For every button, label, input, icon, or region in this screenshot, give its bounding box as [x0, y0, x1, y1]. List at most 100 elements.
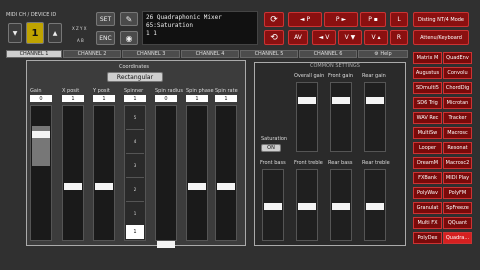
- slider-label-2: Y posit: [93, 88, 110, 94]
- slider-handle[interactable]: [332, 203, 350, 210]
- attenuverter-button[interactable]: Attenu/Keyboard: [413, 30, 469, 45]
- midi-channel-value[interactable]: 1: [26, 22, 44, 44]
- slider-handle[interactable]: [188, 183, 206, 190]
- algorithm-button[interactable]: SD6 Trig: [413, 97, 442, 109]
- spinner-selected[interactable]: 1: [126, 225, 144, 239]
- algorithm-button[interactable]: Convolu: [443, 67, 472, 79]
- edit-pencil-button[interactable]: ✎: [120, 12, 138, 26]
- algorithm-button[interactable]: Looper: [413, 142, 442, 154]
- slider-handle[interactable]: [366, 97, 384, 104]
- slider-label-5: Spin phase: [186, 88, 214, 94]
- algorithm-button[interactable]: Quadra...: [443, 232, 472, 244]
- algorithm-button[interactable]: QQuant: [443, 217, 472, 229]
- distingnt-mode-button[interactable]: Disting NT/4 Mode: [413, 12, 469, 27]
- slider-track-2[interactable]: [93, 105, 115, 241]
- spinner-step[interactable]: 4: [126, 130, 144, 154]
- spinner-step[interactable]: 2: [126, 178, 144, 202]
- algorithm-button[interactable]: SDmulti5: [413, 82, 442, 94]
- gain-slider[interactable]: [330, 82, 352, 152]
- tab-channel-2[interactable]: CHANNEL 2: [63, 50, 121, 58]
- algorithm-button[interactable]: Granulat: [413, 202, 442, 214]
- slider-handle[interactable]: [157, 241, 175, 248]
- algorithm-button[interactable]: PolyWav: [413, 187, 442, 199]
- undo-button[interactable]: ⟲: [264, 30, 284, 45]
- algorithm-button[interactable]: Microtan: [443, 97, 472, 109]
- display-line-2: 65:Saturation: [146, 22, 193, 29]
- slider-handle[interactable]: [95, 183, 113, 190]
- saturation-toggle[interactable]: ON: [261, 144, 281, 152]
- value-prev-button[interactable]: ◄ V: [312, 30, 336, 45]
- slider-handle[interactable]: [264, 203, 282, 210]
- eq-slider[interactable]: [296, 169, 318, 241]
- slider-value-2[interactable]: 1: [93, 95, 115, 102]
- algorithm-button[interactable]: Matrix M: [413, 52, 442, 64]
- slider-value-0[interactable]: 0: [30, 95, 52, 102]
- slider-track-4[interactable]: [155, 105, 177, 248]
- common-settings-title: COMMON SETTINGS: [310, 63, 360, 69]
- algorithm-button[interactable]: ChordDig: [443, 82, 472, 94]
- tab-channel-5[interactable]: CHANNEL 5: [240, 50, 298, 58]
- slider-value-4[interactable]: 0: [155, 95, 177, 102]
- algorithm-button[interactable]: SpFreeze: [443, 202, 472, 214]
- right-button[interactable]: R: [390, 30, 408, 45]
- spinner-step[interactable]: 5: [126, 106, 144, 130]
- midi-up-button[interactable]: ▲: [48, 23, 62, 43]
- av-button[interactable]: AV: [288, 30, 308, 45]
- slider-handle[interactable]: [32, 131, 50, 138]
- coordinates-select[interactable]: Rectangular: [107, 72, 163, 82]
- algorithm-button[interactable]: Macrosc: [443, 127, 472, 139]
- slider-handle[interactable]: [298, 97, 316, 104]
- algorithm-button[interactable]: Macrosc2: [443, 157, 472, 169]
- algorithm-button[interactable]: DreamM: [413, 157, 442, 169]
- eq-slider[interactable]: [262, 169, 284, 241]
- slider-handle[interactable]: [217, 183, 235, 190]
- value-max-button[interactable]: V ▴: [364, 30, 388, 45]
- gain-slider[interactable]: [296, 82, 318, 152]
- eq-slider[interactable]: [330, 169, 352, 241]
- param-prev-button[interactable]: ◄ P: [288, 12, 322, 27]
- spinner-step[interactable]: 3: [126, 154, 144, 178]
- tab-channel-3[interactable]: CHANNEL 3: [122, 50, 180, 58]
- param-page-button[interactable]: P ▪: [360, 12, 386, 27]
- spinner-step[interactable]: 1: [126, 202, 144, 226]
- algorithm-button[interactable]: PolyDex: [413, 232, 442, 244]
- slider-value-3[interactable]: 1: [124, 95, 146, 102]
- algorithm-button[interactable]: Augustus: [413, 67, 442, 79]
- algorithm-button[interactable]: Multi FX: [413, 217, 442, 229]
- slider-track-1[interactable]: [62, 105, 84, 241]
- slider-track-6[interactable]: [215, 105, 237, 241]
- slider-value-6[interactable]: 1: [215, 95, 237, 102]
- algorithm-button[interactable]: QuadEnv: [443, 52, 472, 64]
- slider-handle[interactable]: [332, 97, 350, 104]
- algorithm-button[interactable]: MultiSw: [413, 127, 442, 139]
- param-next-button[interactable]: P ►: [324, 12, 358, 27]
- eq-slider[interactable]: [364, 169, 386, 241]
- tab-channel-1[interactable]: CHANNEL 1: [6, 50, 62, 58]
- tab-channel-4[interactable]: CHANNEL 4: [181, 50, 239, 58]
- value-next-button[interactable]: V ▼: [338, 30, 362, 45]
- slider-track-3[interactable]: 543211: [124, 105, 146, 241]
- slider-handle[interactable]: [64, 183, 82, 190]
- refresh-button[interactable]: ⟳: [264, 12, 284, 27]
- slider-handle[interactable]: [366, 203, 384, 210]
- algorithm-button[interactable]: PolyFM: [443, 187, 472, 199]
- tab-channel-6[interactable]: CHANNEL 6: [299, 50, 357, 58]
- left-button[interactable]: L: [390, 12, 408, 27]
- pencil-icon: ✎: [125, 14, 133, 24]
- dial-button[interactable]: ◉: [120, 31, 138, 45]
- algorithm-button[interactable]: WAV Rec: [413, 112, 442, 124]
- algorithm-button[interactable]: Tracker: [443, 112, 472, 124]
- tab-help[interactable]: ⚙ Help: [358, 50, 408, 58]
- slider-track-0[interactable]: [30, 105, 52, 241]
- enc-button[interactable]: ENC: [96, 31, 115, 45]
- gain-slider[interactable]: [364, 82, 386, 152]
- algorithm-button[interactable]: Resonat: [443, 142, 472, 154]
- midi-down-button[interactable]: ▼: [8, 23, 22, 43]
- algorithm-button[interactable]: FXBank: [413, 172, 442, 184]
- algorithm-button[interactable]: MIDI Play: [443, 172, 472, 184]
- slider-value-5[interactable]: 1: [186, 95, 208, 102]
- slider-value-1[interactable]: 1: [62, 95, 84, 102]
- slider-track-5[interactable]: [186, 105, 208, 241]
- set-button[interactable]: SET: [96, 12, 115, 26]
- slider-handle[interactable]: [298, 203, 316, 210]
